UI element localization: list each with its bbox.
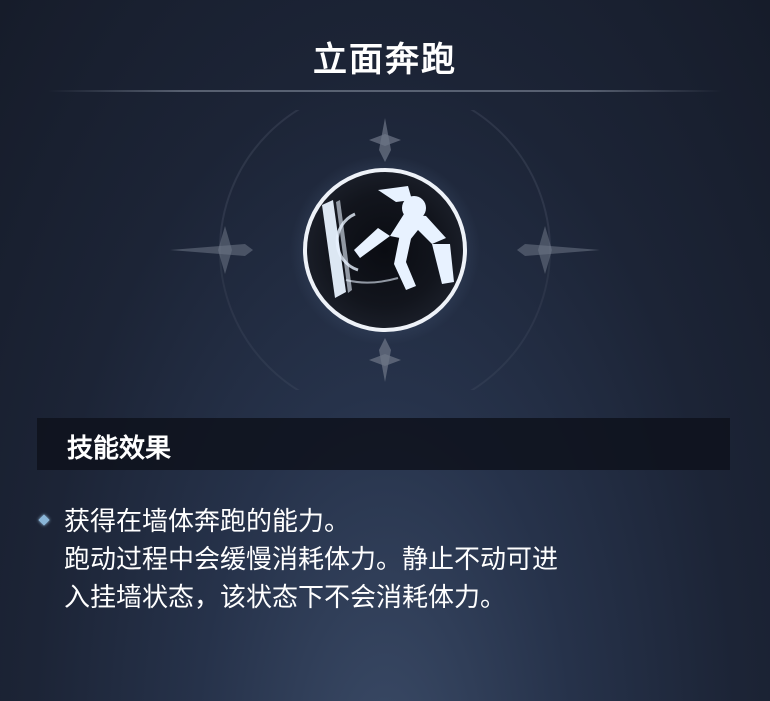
skill-title: 立面奔跑 [313, 40, 457, 80]
diamond-bullet-icon [38, 514, 50, 526]
star-right-icon [517, 226, 600, 274]
effect-line: 入挂墙状态，该状态下不会消耗体力。 [64, 583, 507, 613]
star-left-icon [170, 226, 253, 274]
effect-line: 获得在墙体奔跑的能力。 [64, 507, 351, 537]
title-divider [48, 90, 722, 92]
effect-line: 跑动过程中会缓慢消耗体力。静止不动可进 [64, 545, 559, 575]
skill-emblem [170, 110, 600, 390]
effect-section-title: 技能效果 [67, 434, 172, 464]
effect-section-header: 技能效果 [37, 418, 730, 470]
